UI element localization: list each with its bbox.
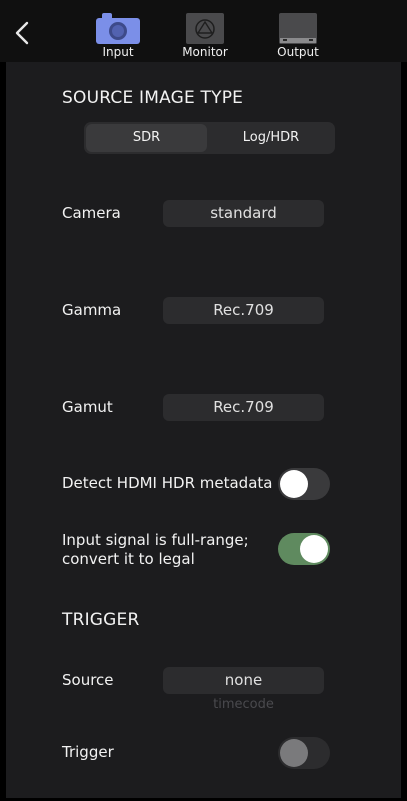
trigger-label: Trigger xyxy=(62,743,114,761)
gamut-select[interactable]: Rec.709 xyxy=(163,394,324,421)
camera-label: Camera xyxy=(62,204,121,222)
atomos-monitor-icon xyxy=(186,13,224,44)
tab-monitor[interactable]: Monitor xyxy=(175,12,235,60)
segment-log-hdr[interactable]: Log/HDR xyxy=(209,124,333,152)
chevron-left-icon xyxy=(15,21,29,45)
tab-output[interactable]: Output xyxy=(268,12,328,60)
display-output-icon xyxy=(279,13,317,44)
source-picker-next-option[interactable]: timecode xyxy=(163,697,324,712)
gamut-label: Gamut xyxy=(62,398,113,416)
detect-hdmi-hdr-label: Detect HDMI HDR metadata xyxy=(62,474,273,492)
gamma-select[interactable]: Rec.709 xyxy=(163,297,324,324)
source-image-type-segmented-control: SDR Log/HDR xyxy=(84,122,335,154)
gamma-label: Gamma xyxy=(62,301,122,319)
camera-icon xyxy=(96,13,140,44)
source-picker[interactable]: none xyxy=(163,667,324,694)
toggle-knob xyxy=(280,470,308,498)
source-image-type-heading: SOURCE IMAGE TYPE xyxy=(62,88,244,108)
source-label: Source xyxy=(62,671,114,689)
tab-monitor-label: Monitor xyxy=(182,45,228,59)
trigger-heading: TRIGGER xyxy=(62,610,140,630)
trigger-toggle[interactable] xyxy=(278,737,330,769)
toggle-knob xyxy=(300,535,328,563)
tab-input-label: Input xyxy=(102,45,134,59)
detect-hdmi-hdr-toggle[interactable] xyxy=(278,468,330,500)
top-nav-bar: Input Monitor Output xyxy=(0,0,407,62)
segment-sdr[interactable]: SDR xyxy=(86,124,207,152)
toggle-knob xyxy=(280,739,308,767)
tab-output-label: Output xyxy=(277,45,319,59)
full-range-label: Input signal is full-range; convert it t… xyxy=(62,531,249,569)
tab-input[interactable]: Input xyxy=(88,12,148,60)
camera-select[interactable]: standard xyxy=(163,200,324,227)
full-range-toggle[interactable] xyxy=(278,533,330,565)
full-range-label-line2: convert it to legal xyxy=(62,550,195,568)
back-button[interactable] xyxy=(10,18,36,48)
full-range-label-line1: Input signal is full-range; xyxy=(62,531,249,549)
